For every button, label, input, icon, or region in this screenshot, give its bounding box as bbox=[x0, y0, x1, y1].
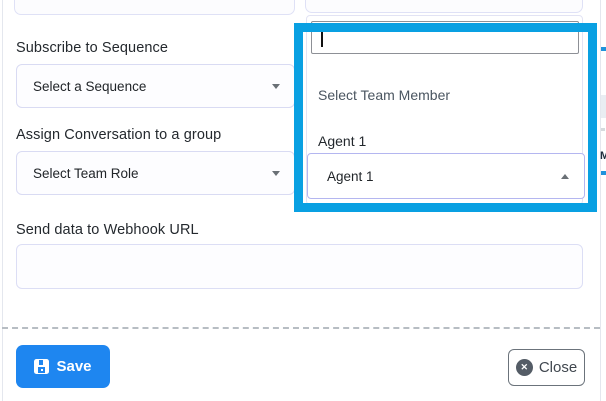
sequence-select-value: Select a Sequence bbox=[33, 79, 272, 94]
subscribe-sequence-label: Subscribe to Sequence bbox=[16, 40, 168, 56]
top-right-input[interactable] bbox=[305, 0, 583, 13]
edge-gray-block bbox=[601, 95, 606, 118]
save-button-label: Save bbox=[56, 358, 91, 375]
chevron-down-icon bbox=[272, 171, 280, 176]
webhook-url-label: Send data to Webhook URL bbox=[16, 222, 199, 238]
modal-right-border bbox=[600, 0, 601, 401]
save-icon bbox=[34, 359, 49, 374]
sequence-select[interactable]: Select a Sequence bbox=[16, 64, 295, 108]
edge-blue-dash-bottom bbox=[601, 171, 606, 175]
team-member-select-value: Agent 1 bbox=[327, 169, 561, 184]
close-icon: ✕ bbox=[516, 359, 533, 376]
dropdown-search-input[interactable] bbox=[311, 21, 579, 54]
chevron-down-icon bbox=[272, 84, 280, 89]
team-member-dropdown-panel: Select Team Member Agent 1 Agent 1 bbox=[306, 15, 583, 205]
team-role-select[interactable]: Select Team Role bbox=[16, 151, 295, 195]
webhook-url-input[interactable] bbox=[16, 244, 583, 289]
modal-dialog: Subscribe to Sequence Select a Sequence … bbox=[0, 0, 606, 401]
edge-gray-dash bbox=[601, 128, 605, 131]
edge-blue-dash-top bbox=[601, 47, 606, 51]
dropdown-option-select-team-member[interactable]: Select Team Member bbox=[308, 76, 581, 114]
text-cursor bbox=[321, 29, 323, 47]
edge-clipped-text: M bbox=[600, 150, 606, 165]
modal-left-border bbox=[2, 0, 3, 401]
close-button-label: Close bbox=[539, 359, 577, 376]
team-member-select[interactable]: Agent 1 bbox=[307, 153, 585, 199]
close-button[interactable]: ✕ Close bbox=[508, 349, 585, 386]
assign-group-label: Assign Conversation to a group bbox=[16, 127, 221, 143]
team-role-select-value: Select Team Role bbox=[33, 166, 272, 181]
top-left-input[interactable] bbox=[14, 0, 295, 15]
save-button[interactable]: Save bbox=[16, 345, 110, 388]
footer-divider bbox=[2, 327, 600, 329]
chevron-up-icon bbox=[561, 174, 569, 179]
